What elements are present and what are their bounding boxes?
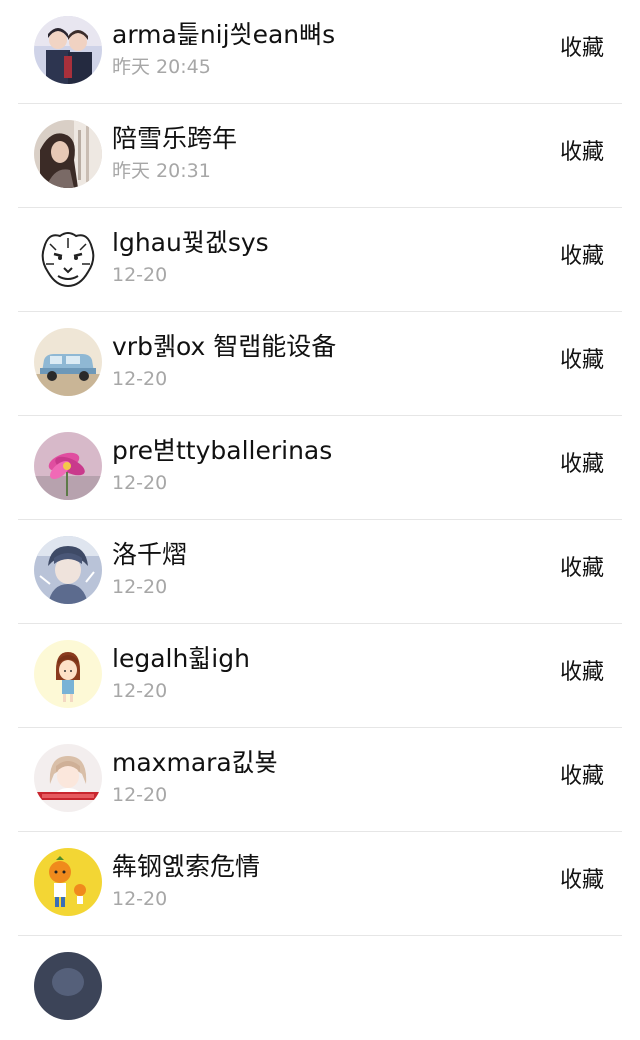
timestamp: 12-20 <box>112 472 168 494</box>
contact-name: maxmara킶뵺 <box>112 748 278 777</box>
contact-name: legalh휣igh <box>112 644 250 673</box>
contact-name: 犇钢옔索危情 <box>112 852 261 881</box>
orange-mascot-avatar[interactable] <box>34 848 102 916</box>
timestamp: 昨天 20:45 <box>112 56 211 78</box>
contact-name: 陪雪乐跨年 <box>112 124 238 153</box>
photo-avatar-couple[interactable] <box>34 16 102 84</box>
favorite-button[interactable]: 收藏 <box>560 138 604 168</box>
timestamp: 昨天 20:31 <box>112 160 211 182</box>
list-item[interactable]: 犇钢옔索危情 12-20 收藏 <box>0 832 640 936</box>
timestamp: 12-20 <box>112 368 168 390</box>
timestamp: 12-20 <box>112 264 168 286</box>
list-item[interactable]: pre볃ttyballerinas 12-20 收藏 <box>0 416 640 520</box>
list-item[interactable]: arma틅nij씟ean뼈s 昨天 20:45 收藏 <box>0 0 640 104</box>
timestamp: 12-20 <box>112 784 168 806</box>
photo-avatar-portrait[interactable] <box>34 120 102 188</box>
timestamp: 12-20 <box>112 576 168 598</box>
contact-name: vrb퀡ox 智랩能设备 <box>112 332 337 361</box>
contact-name: 洛千熠 <box>112 540 188 569</box>
favorite-button[interactable]: 收藏 <box>560 658 604 688</box>
list-item[interactable]: 陪雪乐跨年 昨天 20:31 收藏 <box>0 104 640 208</box>
list-item[interactable]: lghau꿫겞sys 12-20 收藏 <box>0 208 640 312</box>
tiger-sketch-avatar[interactable] <box>34 224 102 292</box>
favorite-button[interactable]: 收藏 <box>560 762 604 792</box>
favorite-button[interactable]: 收藏 <box>560 34 604 64</box>
favorite-button[interactable]: 收藏 <box>560 450 604 480</box>
contact-name: lghau꿫겞sys <box>112 228 269 257</box>
favorites-list: arma틅nij씟ean뼈s 昨天 20:45 收藏 陪雪乐跨年 昨天 20:3… <box>0 0 640 1020</box>
list-item[interactable]: vrb퀡ox 智랩能设备 12-20 收藏 <box>0 312 640 416</box>
list-item[interactable]: 洛千熠 12-20 收藏 <box>0 520 640 624</box>
timestamp: 12-20 <box>112 680 168 702</box>
list-item[interactable] <box>0 936 640 1040</box>
pink-flower-avatar[interactable] <box>34 432 102 500</box>
list-item[interactable]: legalh휣igh 12-20 收藏 <box>0 624 640 728</box>
favorite-button[interactable]: 收藏 <box>560 866 604 896</box>
favorite-button[interactable]: 收藏 <box>560 242 604 272</box>
contact-name: arma틅nij씟ean뼈s <box>112 20 336 49</box>
list-item[interactable]: maxmara킶뵺 12-20 收藏 <box>0 728 640 832</box>
favorite-button[interactable]: 收藏 <box>560 554 604 584</box>
blue-car-avatar[interactable] <box>34 328 102 396</box>
cartoon-girl-avatar[interactable] <box>34 640 102 708</box>
timestamp: 12-20 <box>112 888 168 910</box>
contact-name: pre볃ttyballerinas <box>112 436 333 465</box>
anime-girl-avatar[interactable] <box>34 744 102 812</box>
anime-boy-avatar[interactable] <box>34 536 102 604</box>
favorite-button[interactable]: 收藏 <box>560 346 604 376</box>
dark-photo-avatar[interactable] <box>34 952 102 1020</box>
